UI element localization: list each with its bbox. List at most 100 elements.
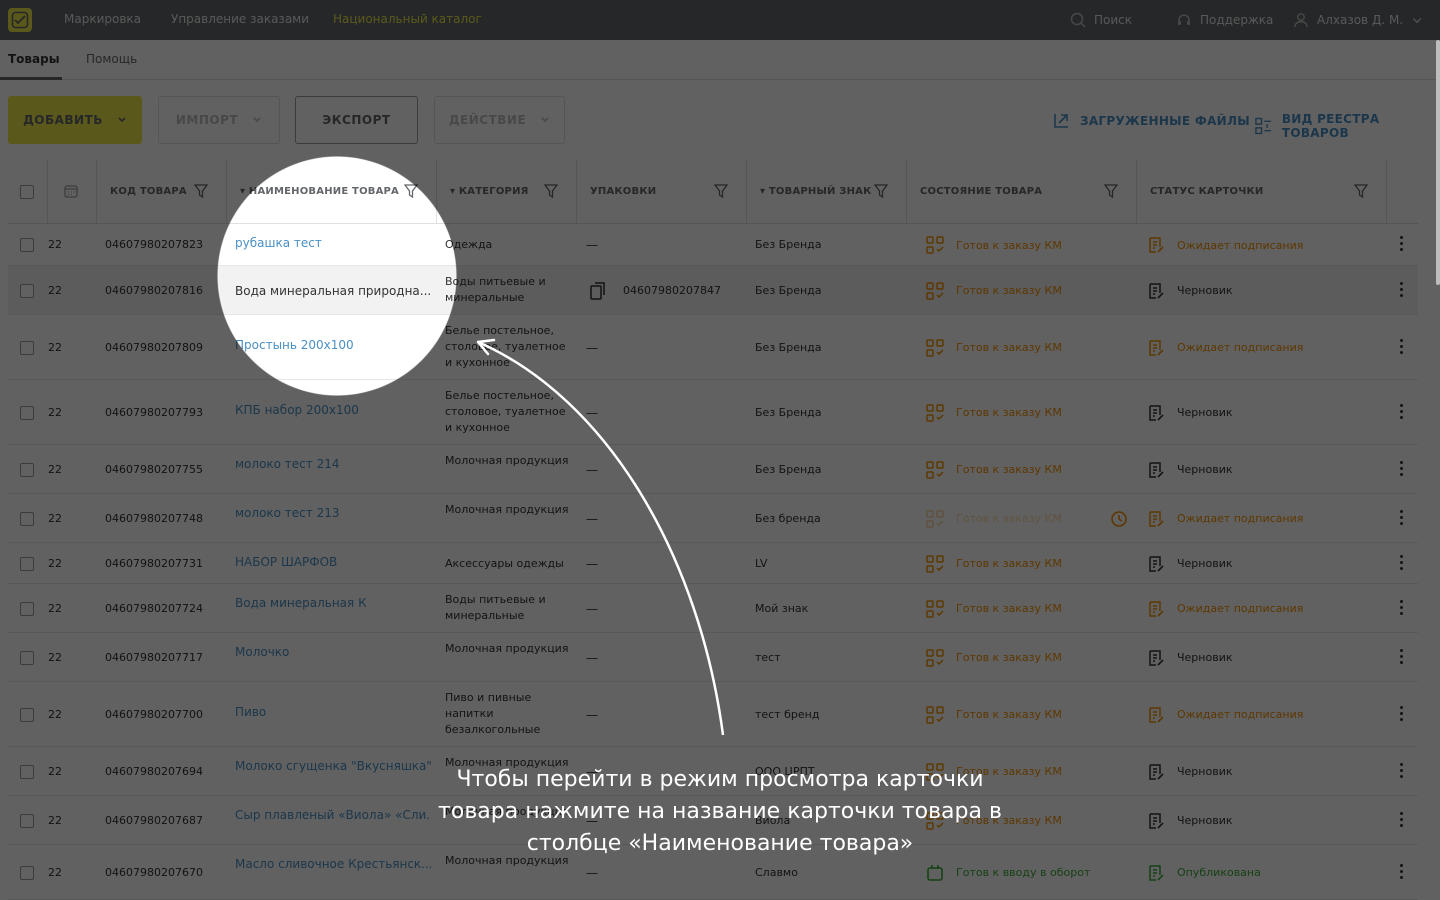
more-options-icon[interactable] bbox=[1400, 762, 1404, 781]
export-button[interactable]: ЭКСПОРТ bbox=[295, 96, 418, 144]
column-separator bbox=[906, 160, 907, 224]
user-menu[interactable]: Алхазов Д. М. bbox=[1293, 12, 1423, 28]
filter-icon[interactable] bbox=[714, 184, 728, 198]
row-name-link[interactable]: молоко тест 214 bbox=[235, 456, 431, 472]
row-checkbox[interactable] bbox=[20, 813, 34, 828]
tab-goods[interactable]: Товары bbox=[8, 52, 60, 66]
row-date: 22 bbox=[48, 865, 62, 879]
action-button[interactable]: ДЕЙСТВИЕ bbox=[434, 96, 565, 144]
row-name-link[interactable]: НАБОР ШАРФОВ bbox=[235, 554, 431, 570]
column-header-state[interactable]: СОСТОЯНИЕ ТОВАРА bbox=[920, 186, 1042, 197]
more-options-icon[interactable] bbox=[1400, 460, 1404, 479]
row-checkbox[interactable] bbox=[20, 556, 34, 571]
row-checkbox[interactable] bbox=[20, 340, 34, 355]
nav-marking[interactable]: Маркировка bbox=[64, 12, 141, 26]
row-checkbox[interactable] bbox=[20, 650, 34, 665]
more-options-icon[interactable] bbox=[1400, 509, 1404, 528]
row-date: 22 bbox=[48, 764, 62, 778]
more-options-icon[interactable] bbox=[1400, 338, 1404, 357]
more-options-icon[interactable] bbox=[1400, 648, 1404, 667]
row-checkbox[interactable] bbox=[20, 865, 34, 880]
row-code: 04607980207755 bbox=[105, 462, 203, 476]
row-name-link[interactable]: Простынь 200х100 bbox=[235, 337, 431, 353]
table-row[interactable]: 22 04607980207700 Пиво Пиво и пивные нап… bbox=[8, 682, 1418, 747]
calendar-icon[interactable] bbox=[64, 184, 78, 198]
row-date: 22 bbox=[48, 650, 62, 664]
row-name-link[interactable]: Сыр плавленый «Виола» «Сли... bbox=[235, 807, 431, 823]
document-icon bbox=[1147, 706, 1165, 724]
nav-national-catalog[interactable]: Национальный каталог bbox=[333, 12, 482, 26]
more-options-icon[interactable] bbox=[1400, 811, 1404, 830]
row-name-link[interactable]: Молочко bbox=[235, 644, 431, 660]
row-category: Воды питьевые и минеральные bbox=[445, 275, 546, 304]
row-name-link[interactable]: Масло сливочное Крестьянск... bbox=[235, 856, 431, 872]
column-header-packages[interactable]: УПАКОВКИ bbox=[590, 186, 656, 197]
filter-icon[interactable] bbox=[194, 184, 208, 198]
active-tab-underline bbox=[0, 77, 62, 80]
column-header-category[interactable]: ▾ КАТЕГОРИЯ bbox=[450, 186, 529, 197]
row-name-link[interactable]: Вода минеральная природна... bbox=[235, 283, 431, 299]
row-name-link[interactable]: Вода минеральная К bbox=[235, 595, 431, 611]
scrollbar[interactable] bbox=[1436, 40, 1440, 285]
registry-view-link[interactable]: ВИД РЕЕСТРА ТОВАРОВ bbox=[1255, 112, 1440, 140]
column-header-status[interactable]: СТАТУС КАРТОЧКИ bbox=[1150, 186, 1263, 197]
add-button[interactable]: ДОБАВИТЬ bbox=[8, 96, 142, 144]
row-checkbox[interactable] bbox=[20, 601, 34, 616]
more-options-icon[interactable] bbox=[1400, 705, 1404, 724]
more-options-icon[interactable] bbox=[1400, 599, 1404, 618]
row-category: Аксессуары одежды bbox=[445, 556, 564, 570]
row-name-link[interactable]: Молоко сгущенка "Вкусняшка" bbox=[235, 758, 431, 774]
filter-icon[interactable] bbox=[1104, 184, 1118, 198]
table-row[interactable]: 22 04607980207823 рубашка тест Одежда — … bbox=[8, 224, 1418, 266]
column-header-code[interactable]: КОД ТОВАРА bbox=[110, 186, 187, 197]
row-brand: Без Бренда bbox=[755, 405, 822, 419]
filter-icon[interactable] bbox=[874, 184, 888, 198]
filter-icon[interactable] bbox=[1354, 184, 1368, 198]
row-name-link[interactable]: молоко тест 213 bbox=[235, 505, 431, 521]
row-checkbox[interactable] bbox=[20, 707, 34, 722]
more-options-icon[interactable] bbox=[1400, 403, 1404, 422]
search-button[interactable]: Поиск bbox=[1070, 12, 1132, 28]
table-row[interactable]: 22 04607980207717 Молочко Молочная проду… bbox=[8, 633, 1418, 682]
filter-icon[interactable] bbox=[404, 184, 418, 198]
row-state-label: Готов к заказу КМ bbox=[956, 284, 1062, 297]
row-status: Черновик bbox=[1147, 461, 1233, 479]
more-options-icon[interactable] bbox=[1400, 236, 1404, 254]
more-options-icon[interactable] bbox=[1400, 281, 1404, 300]
table-row[interactable]: 22 04607980207748 молоко тест 213 Молочн… bbox=[8, 494, 1418, 543]
row-checkbox[interactable] bbox=[20, 511, 34, 526]
table-row[interactable]: 22 04607980207755 молоко тест 214 Молочн… bbox=[8, 445, 1418, 494]
row-name-link[interactable]: КПБ набор 200х100 bbox=[235, 402, 431, 418]
row-checkbox[interactable] bbox=[20, 462, 34, 477]
row-checkbox[interactable] bbox=[20, 283, 34, 298]
row-brand: Без Бренда bbox=[755, 283, 822, 297]
table-row[interactable]: 22 04607980207731 НАБОР ШАРФОВ Аксессуар… bbox=[8, 543, 1418, 584]
tab-help[interactable]: Помощь bbox=[86, 52, 137, 66]
table-row[interactable]: 22 04607980207793 КПБ набор 200х100 Бель… bbox=[8, 380, 1418, 445]
row-checkbox[interactable] bbox=[20, 764, 34, 779]
table-row[interactable]: 22 04607980207724 Вода минеральная К Вод… bbox=[8, 584, 1418, 633]
more-options-icon[interactable] bbox=[1400, 554, 1404, 573]
column-header-name[interactable]: ▾ НАИМЕНОВАНИЕ ТОВАРА bbox=[240, 186, 399, 197]
select-all-checkbox[interactable] bbox=[20, 185, 34, 199]
more-options-icon[interactable] bbox=[1400, 863, 1404, 882]
filter-icon[interactable] bbox=[544, 184, 558, 198]
row-checkbox[interactable] bbox=[20, 405, 34, 420]
row-name-link[interactable]: Пиво bbox=[235, 704, 431, 720]
import-button[interactable]: ИМПОРТ bbox=[158, 96, 280, 144]
row-status-label: Черновик bbox=[1177, 814, 1233, 827]
row-brand: тест bbox=[755, 650, 781, 664]
row-name-link[interactable]: рубашка тест bbox=[235, 235, 431, 251]
uploaded-files-link[interactable]: ЗАГРУЖЕННЫЕ ФАЙЛЫ bbox=[1052, 112, 1250, 130]
logo-icon[interactable] bbox=[8, 8, 32, 32]
row-packages[interactable]: 04607980207847 bbox=[623, 283, 721, 299]
column-header-brand[interactable]: ▾ ТОВАРНЫЙ ЗНАК bbox=[760, 186, 872, 197]
row-state: Готов к заказу КМ bbox=[926, 599, 1062, 618]
row-code: 04607980207687 bbox=[105, 813, 203, 827]
row-checkbox[interactable] bbox=[20, 238, 34, 252]
table-row[interactable]: 22 04607980207809 Простынь 200х100 Белье… bbox=[8, 315, 1418, 380]
row-status: Ожидает подписания bbox=[1147, 600, 1303, 618]
table-row[interactable]: 22 04607980207816 Вода минеральная приро… bbox=[8, 266, 1418, 315]
support-button[interactable]: Поддержка bbox=[1176, 12, 1273, 28]
nav-orders[interactable]: Управление заказами bbox=[171, 12, 309, 26]
